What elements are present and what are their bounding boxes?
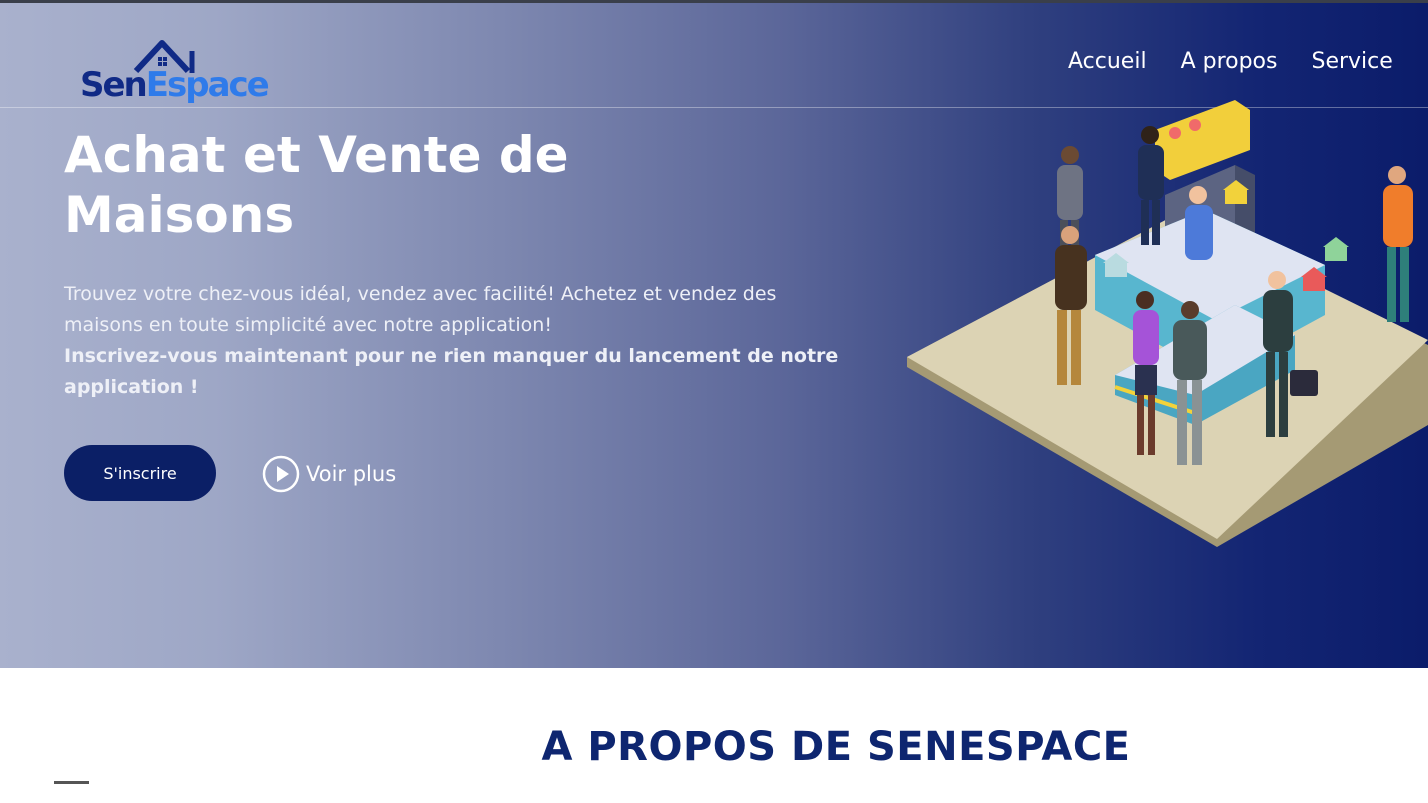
main-nav: Accueil A propos Service	[1068, 49, 1393, 74]
hero-title: Achat et Vente de Maisons	[64, 126, 569, 244]
nav-link-accueil[interactable]: Accueil	[1068, 49, 1147, 74]
hero-text: Trouvez votre chez-vous idéal, vendez av…	[64, 283, 777, 336]
nav-link-service[interactable]: Service	[1311, 49, 1392, 74]
logo[interactable]: SenEspace	[80, 35, 270, 115]
real-estate-fair-illustration	[907, 100, 1428, 547]
logo-text-espace: Espace	[145, 65, 270, 105]
hero-description: Trouvez votre chez-vous idéal, vendez av…	[64, 279, 844, 403]
section-dash-decoration	[54, 781, 89, 784]
hero-section: SenEspace Accueil A propos Service Achat…	[0, 3, 1428, 668]
logo-wordmark: SenEspace	[80, 65, 270, 105]
see-more-link[interactable]: Voir plus	[262, 455, 396, 493]
nav-link-a-propos[interactable]: A propos	[1181, 49, 1278, 74]
logo-text-sen: Sen	[80, 65, 148, 105]
signup-button[interactable]: S'inscrire	[64, 445, 216, 501]
see-more-label: Voir plus	[306, 462, 397, 486]
hero-bold-text: Inscrivez-vous maintenant pour ne rien m…	[64, 345, 839, 398]
about-section-title: A PROPOS DE SENESPACE	[541, 724, 1131, 770]
play-circle-icon	[262, 455, 300, 493]
